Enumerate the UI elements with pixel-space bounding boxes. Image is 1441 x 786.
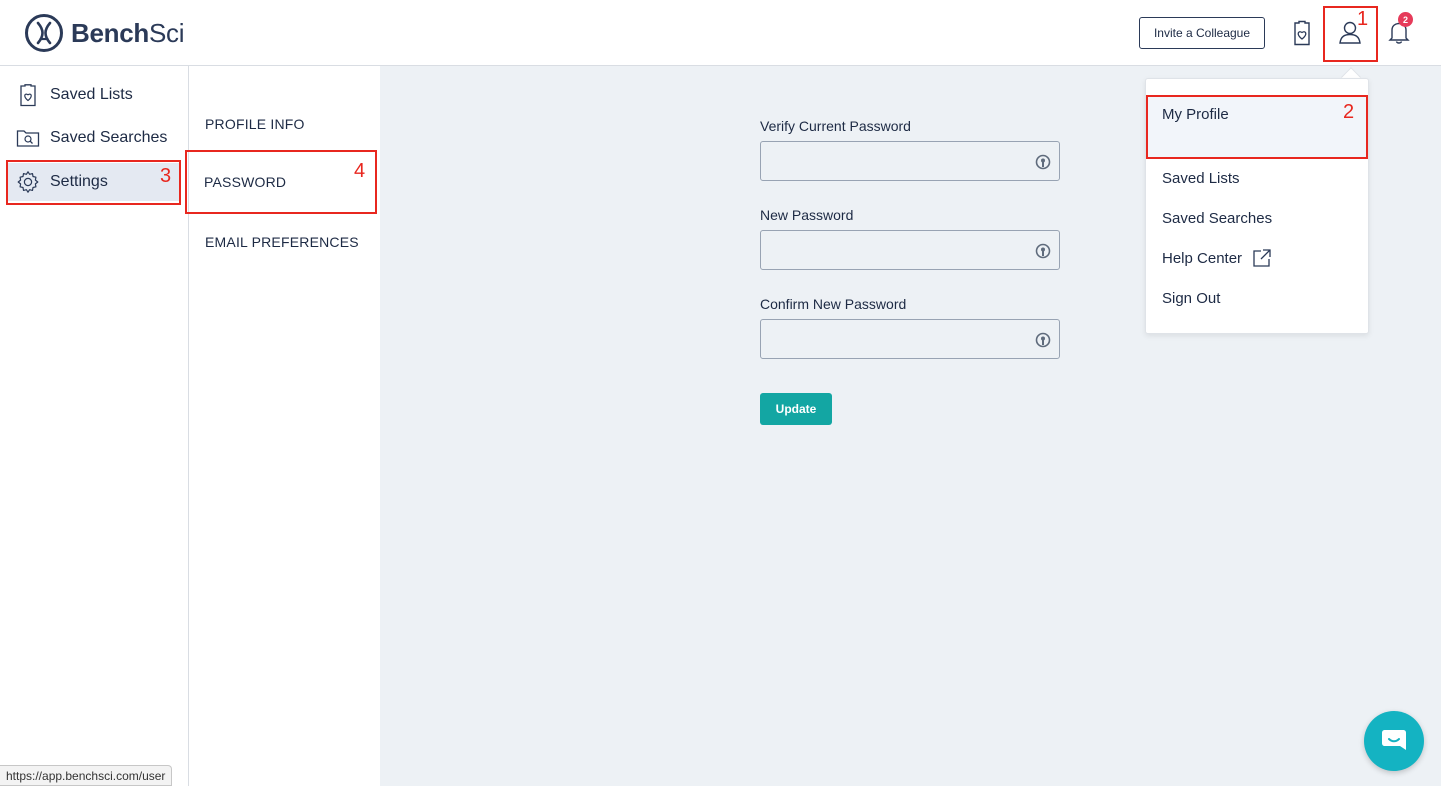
logo-wordmark: BenchSci [71,17,185,48]
subnav-profile-info[interactable]: PROFILE INFO [205,116,305,132]
sidebar-item-saved-lists[interactable]: Saved Lists [8,76,180,114]
password-manager-icon[interactable] [1035,153,1051,171]
chat-launcher-button[interactable] [1364,711,1424,771]
saved-lists-icon[interactable] [1290,19,1314,47]
invite-colleague-button[interactable]: Invite a Colleague [1139,17,1265,49]
benchsci-logo[interactable]: BenchSci [24,13,184,53]
confirm-password-field[interactable] [760,319,1060,359]
annotation-number-1: 1 [1357,8,1369,30]
password-manager-icon[interactable] [1035,242,1051,260]
benchsci-logo-icon [25,14,63,52]
annotation-box-2 [1146,95,1368,159]
new-password-label: New Password [760,207,854,223]
folder-search-icon [16,130,40,147]
top-header: BenchSci Invite a Colleague 2 [0,0,1441,66]
confirm-password-label: Confirm New Password [760,296,907,312]
notification-badge: 2 [1398,12,1413,27]
dropdown-item-saved-lists[interactable]: Saved Lists [1162,170,1240,187]
sidebar-item-label: Saved Lists [50,86,133,103]
sidebar-item-label: Saved Searches [50,129,168,146]
status-bar-url: https://app.benchsci.com/user [0,765,173,786]
external-link-icon [1253,249,1271,267]
password-manager-icon[interactable] [1035,331,1051,349]
clipboard-heart-icon [20,84,36,107]
dropdown-item-label: Help Center [1162,249,1243,267]
annotation-box-1 [1323,6,1378,62]
dropdown-item-help-center[interactable]: Help Center [1162,248,1272,268]
chat-bubble-icon [1382,730,1406,750]
subnav-email-preferences[interactable]: EMAIL PREFERENCES [205,234,359,250]
annotation-box-4 [185,150,377,214]
current-password-field[interactable] [760,141,1060,181]
annotation-number-4: 4 [354,160,366,182]
dropdown-item-saved-searches[interactable]: Saved Searches [1162,210,1272,227]
update-button[interactable]: Update [760,393,832,425]
sidebar-item-saved-searches[interactable]: Saved Searches [8,119,180,157]
current-password-label: Verify Current Password [760,118,911,134]
new-password-field[interactable] [760,230,1060,270]
annotation-number-2: 2 [1343,101,1355,123]
annotation-box-3 [6,160,181,205]
annotation-number-3: 3 [160,165,172,187]
dropdown-item-sign-out[interactable]: Sign Out [1162,290,1220,307]
